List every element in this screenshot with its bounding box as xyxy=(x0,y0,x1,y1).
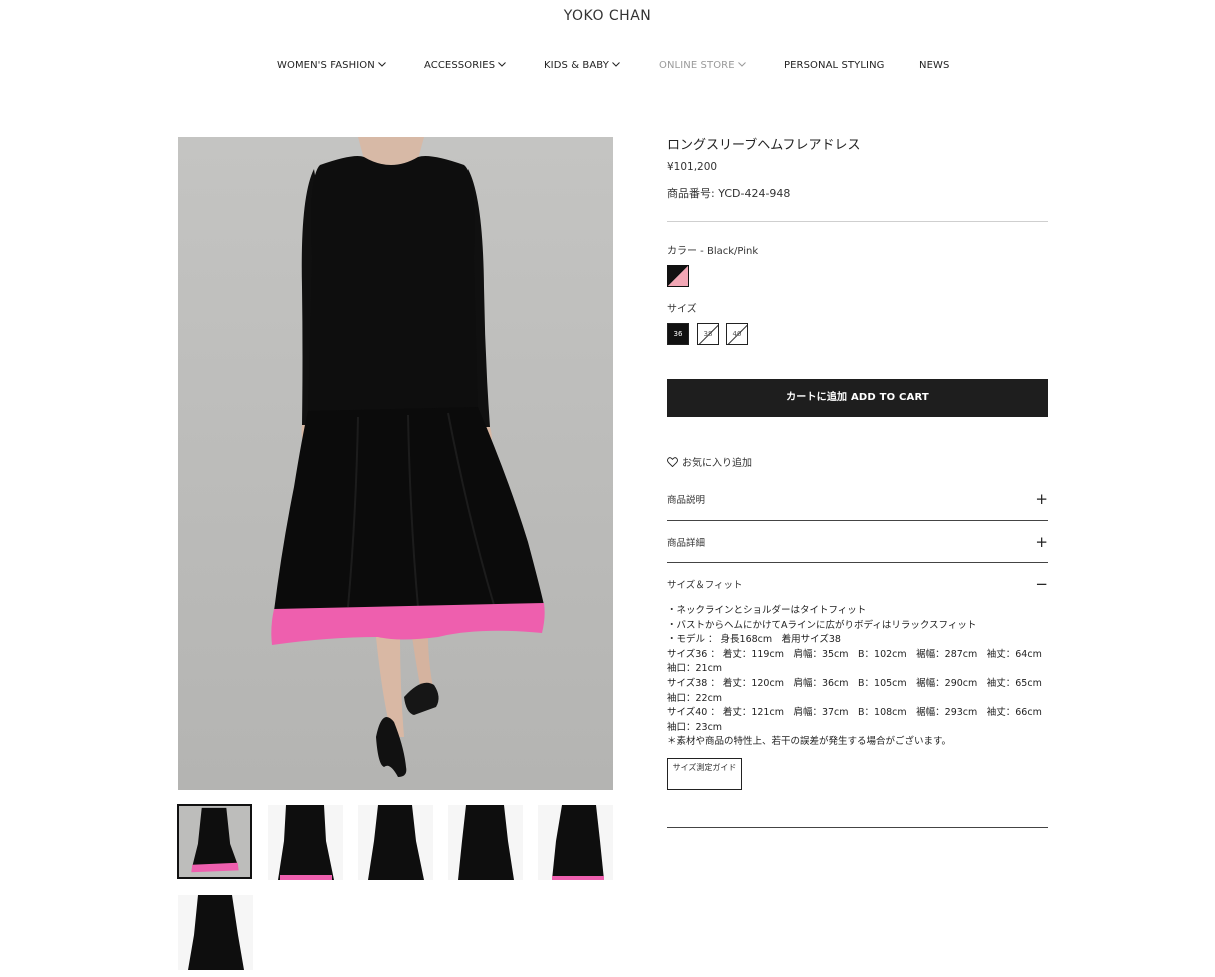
nav-label: ACCESSORIES xyxy=(424,60,496,71)
fit-line: 袖口：22cm xyxy=(667,692,723,704)
nav-item-womens-fashion[interactable]: WOMEN'S FASHION xyxy=(277,60,386,71)
thumbnail-2[interactable] xyxy=(268,805,343,880)
chevron-down-icon xyxy=(612,62,620,67)
accordion-size-fit[interactable]: サイズ＆フィット − xyxy=(667,577,1048,593)
sku-value: YCD-424-948 xyxy=(718,187,791,200)
size-fit-content: ・ネックラインとショルダーはタイトフィット ・バストからヘムにかけてAラインに広… xyxy=(667,604,1057,750)
main-nav: WOMEN'S FASHION ACCESSORIES KIDS & BABY … xyxy=(0,60,1215,74)
fit-line: ＊素材や商品の特性上、若干の誤差が発生する場合がございます。 xyxy=(667,736,952,748)
fit-line: ・モデル ： 身長168cm 着用サイズ38 xyxy=(667,634,841,646)
fit-line: サイズ40 ： 着丈：121cm 肩幅：37cm B：108cm 裾幅：293c… xyxy=(667,707,1042,719)
accordion-label: サイズ＆フィット xyxy=(667,580,743,591)
nav-label: PERSONAL STYLING xyxy=(784,60,885,71)
fit-line: 袖口：23cm xyxy=(667,721,723,733)
thumbnail-image xyxy=(178,895,253,970)
chevron-down-icon xyxy=(737,62,746,67)
nav-label: ONLINE STORE xyxy=(659,60,735,71)
heart-icon xyxy=(667,457,678,468)
product-main-image[interactable] xyxy=(178,137,613,790)
size-option-40[interactable]: 40 xyxy=(726,323,748,345)
unavailable-strike xyxy=(698,324,718,344)
swatch-icon xyxy=(668,266,688,286)
chevron-down-icon xyxy=(498,62,507,67)
product-sku: 商品番号: YCD-424-948 xyxy=(667,185,790,201)
minus-icon: − xyxy=(1035,575,1048,593)
product-title: ロングスリーブヘムフレアドレス xyxy=(667,138,861,153)
fit-line: サイズ38 ： 着丈：120cm 肩幅：36cm B：105cm 裾幅：290c… xyxy=(667,677,1042,689)
unavailable-strike xyxy=(727,324,747,344)
accordion-label: 商品説明 xyxy=(667,495,706,506)
nav-item-news[interactable]: NEWS xyxy=(919,60,949,71)
plus-icon: + xyxy=(1035,533,1048,551)
add-to-favorites[interactable]: お気に入り追加 xyxy=(667,454,752,469)
thumbnail-image xyxy=(268,805,343,880)
accordion-label: 商品詳細 xyxy=(667,538,706,549)
accordion-description[interactable]: 商品説明 + xyxy=(667,492,1048,508)
thumbnail-6[interactable] xyxy=(178,895,253,970)
fit-line: サイズ36 ： 着丈：119cm 肩幅：35cm B：102cm 裾幅：287c… xyxy=(667,648,1042,660)
thumbnail-image xyxy=(179,806,250,877)
plus-icon: + xyxy=(1035,490,1048,508)
thumbnail-4[interactable] xyxy=(448,805,523,880)
divider xyxy=(667,562,1048,563)
thumbnail-1[interactable] xyxy=(177,804,252,879)
fit-line: ・バストからヘムにかけてAラインに広がりボディはリラックスフィット xyxy=(667,619,977,631)
size-guide-button[interactable]: サイズ測定ガイド xyxy=(667,758,742,790)
product-price: ¥101,200 xyxy=(667,161,718,173)
thumbnail-image xyxy=(358,805,433,880)
nav-item-kids-baby[interactable]: KIDS & BABY xyxy=(544,60,620,71)
thumbnail-image xyxy=(448,805,523,880)
nav-label: WOMEN'S FASHION xyxy=(277,60,375,71)
thumbnail-image xyxy=(538,805,613,880)
dress-photo xyxy=(178,137,613,790)
brand-logo[interactable]: YOKO CHAN xyxy=(0,8,1215,24)
size-label: サイズ xyxy=(667,304,697,315)
divider xyxy=(667,827,1048,828)
nav-item-accessories[interactable]: ACCESSORIES xyxy=(424,60,507,71)
fit-line: 袖口：21cm xyxy=(667,663,723,675)
nav-label: KIDS & BABY xyxy=(544,60,609,71)
color-label: カラー - Black/Pink xyxy=(667,246,759,257)
size-option-label: 36 xyxy=(673,330,683,338)
chevron-down-icon xyxy=(377,62,386,67)
size-option-38[interactable]: 38 xyxy=(697,323,719,345)
color-swatch-black-pink[interactable] xyxy=(667,265,689,287)
size-option-36[interactable]: 36 xyxy=(667,323,689,345)
sku-label: 商品番号: xyxy=(667,187,715,200)
nav-item-online-store[interactable]: ONLINE STORE xyxy=(659,60,746,71)
add-to-cart-button[interactable]: カートに追加 ADD TO CART xyxy=(667,379,1048,417)
thumbnail-3[interactable] xyxy=(358,805,433,880)
divider xyxy=(667,221,1048,222)
accordion-details[interactable]: 商品詳細 + xyxy=(667,535,1048,551)
favorite-label: お気に入り追加 xyxy=(682,458,752,469)
thumbnail-5[interactable] xyxy=(538,805,613,880)
nav-label: NEWS xyxy=(919,60,950,71)
nav-item-personal-styling[interactable]: PERSONAL STYLING xyxy=(784,60,885,71)
divider xyxy=(667,520,1048,521)
fit-line: ・ネックラインとショルダーはタイトフィット xyxy=(667,605,867,616)
